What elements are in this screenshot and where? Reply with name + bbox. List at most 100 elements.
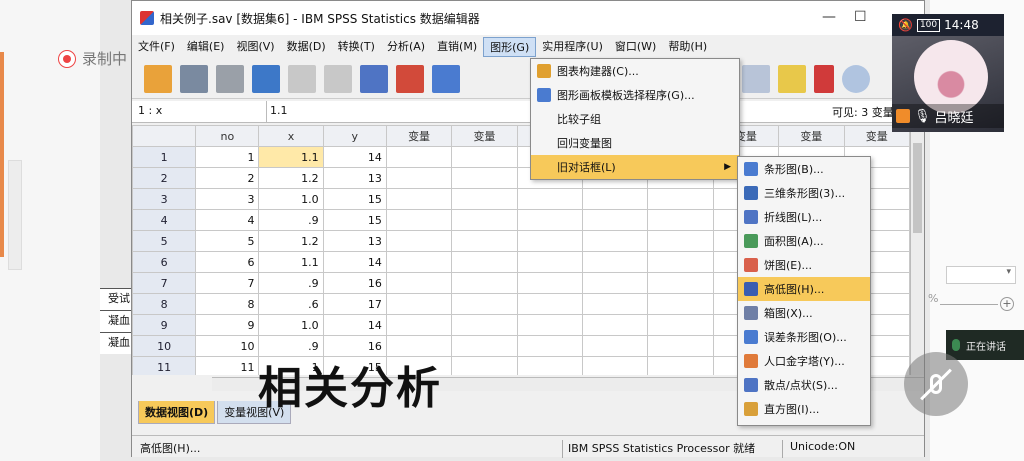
value-labels-icon[interactable] (814, 65, 834, 93)
empty-cell[interactable] (516, 251, 584, 273)
empty-cell[interactable] (385, 314, 453, 336)
empty-cell[interactable] (516, 356, 584, 375)
row-header[interactable]: 4 (132, 209, 197, 231)
legacy-menu-item[interactable]: 误差条形图(O)... (738, 325, 870, 349)
empty-cell[interactable] (647, 293, 714, 315)
empty-cell[interactable] (647, 356, 714, 375)
column-header[interactable]: no (195, 125, 260, 147)
cell-y[interactable]: 13 (322, 230, 387, 252)
empty-cell[interactable] (516, 314, 584, 336)
menu-help[interactable]: 帮助(H) (662, 37, 713, 57)
empty-cell[interactable] (647, 251, 714, 273)
undo-icon[interactable] (288, 64, 316, 93)
graphs-menu-item[interactable]: 回归变量图 (531, 131, 739, 155)
empty-cell[interactable] (385, 146, 453, 168)
tab-data-view[interactable]: 数据视图(D) (138, 401, 216, 424)
empty-cell[interactable] (581, 188, 649, 210)
empty-cell[interactable] (451, 209, 518, 231)
empty-cell[interactable] (581, 335, 649, 357)
row-header[interactable]: 3 (132, 188, 197, 210)
cell-no[interactable]: 8 (195, 293, 260, 315)
cell-no[interactable]: 7 (195, 272, 260, 294)
menu-edit[interactable]: 编辑(E) (181, 37, 231, 57)
use-sets-icon[interactable] (842, 65, 870, 93)
zoom-in-icon[interactable]: + (1000, 297, 1014, 311)
cell-y[interactable]: 16 (322, 272, 387, 294)
cell-y[interactable]: 17 (322, 293, 387, 315)
legacy-menu-item[interactable]: 条形图(B)... (738, 157, 870, 181)
empty-cell[interactable] (581, 314, 649, 336)
empty-cell[interactable] (451, 230, 518, 252)
vertical-scrollbar[interactable] (910, 125, 924, 375)
empty-cell[interactable] (647, 230, 714, 252)
row-header[interactable]: 10 (132, 335, 197, 357)
menu-data[interactable]: 数据(D) (281, 37, 332, 57)
cell-x[interactable]: 1.1 (258, 251, 324, 273)
row-header[interactable]: 1 (132, 146, 197, 168)
empty-cell[interactable] (581, 251, 649, 273)
cell-y[interactable]: 14 (322, 251, 387, 273)
empty-cell[interactable] (581, 356, 649, 375)
empty-cell[interactable] (385, 188, 453, 210)
column-header[interactable]: y (322, 125, 387, 147)
cell-no[interactable]: 1 (195, 146, 260, 168)
legacy-menu-item[interactable]: 三维条形图(3)... (738, 181, 870, 205)
row-header[interactable]: 11 (132, 356, 197, 375)
recording-indicator[interactable]: 录制中 (58, 48, 127, 69)
cell-x[interactable]: 1.0 (258, 314, 324, 336)
empty-cell[interactable] (516, 209, 584, 231)
cell-x[interactable]: 1.2 (258, 167, 324, 189)
redo-icon[interactable] (324, 64, 352, 93)
cell-y[interactable]: 13 (322, 167, 387, 189)
empty-cell[interactable] (516, 293, 584, 315)
cell-no[interactable]: 4 (195, 209, 260, 231)
empty-cell[interactable] (516, 230, 584, 252)
legacy-menu-item[interactable]: 折线图(L)... (738, 205, 870, 229)
legacy-menu-item[interactable]: 散点/点状(S)... (738, 373, 870, 397)
cell-x[interactable]: .9 (258, 272, 324, 294)
cell-y[interactable]: 15 (322, 209, 387, 231)
empty-cell[interactable] (385, 167, 453, 189)
menu-transform[interactable]: 转换(T) (332, 37, 381, 57)
empty-cell[interactable] (451, 293, 518, 315)
empty-cell[interactable] (581, 272, 649, 294)
minimize-icon[interactable]: — (822, 9, 836, 25)
empty-cell[interactable] (385, 251, 453, 273)
mic-muted-button[interactable] (904, 352, 968, 416)
row-header[interactable]: 7 (132, 272, 197, 294)
cell-no[interactable]: 11 (195, 356, 260, 375)
menu-analyze[interactable]: 分析(A) (381, 37, 431, 57)
cell-y[interactable]: 14 (322, 314, 387, 336)
open-folder-icon[interactable] (144, 64, 172, 93)
variables-icon[interactable] (432, 64, 460, 93)
zoom-slider[interactable] (940, 304, 998, 305)
empty-cell[interactable] (516, 335, 584, 357)
cell-no[interactable]: 9 (195, 314, 260, 336)
empty-cell[interactable] (385, 209, 453, 231)
menu-direct-marketing[interactable]: 直销(M) (431, 37, 483, 57)
cell-no[interactable]: 6 (195, 251, 260, 273)
weight-cases-icon[interactable] (742, 65, 770, 93)
column-header[interactable]: 变量 (385, 125, 453, 147)
column-header[interactable]: 变量 (451, 125, 518, 147)
legacy-menu-item[interactable]: 人口金字塔(Y)... (738, 349, 870, 373)
graphs-menu-item[interactable]: 比较子组 (531, 107, 739, 131)
empty-cell[interactable] (451, 272, 518, 294)
empty-cell[interactable] (451, 314, 518, 336)
menu-window[interactable]: 窗口(W) (609, 37, 662, 57)
select-cases-icon[interactable] (778, 65, 806, 93)
menu-utilities[interactable]: 实用程序(U) (536, 37, 609, 57)
column-header[interactable]: x (258, 125, 324, 147)
row-header[interactable]: 8 (132, 293, 197, 315)
legacy-menu-item[interactable]: 面积图(A)... (738, 229, 870, 253)
empty-cell[interactable] (385, 230, 453, 252)
legacy-menu-item[interactable]: 饼图(E)... (738, 253, 870, 277)
column-header[interactable]: 变量 (778, 125, 845, 147)
maximize-icon[interactable]: ☐ (854, 9, 867, 25)
empty-cell[interactable] (385, 272, 453, 294)
print-icon[interactable] (216, 64, 244, 93)
empty-cell[interactable] (451, 335, 518, 357)
dropdown[interactable]: ▾ (946, 266, 1016, 284)
menu-file[interactable]: 文件(F) (132, 37, 181, 57)
cell-x[interactable]: .9 (258, 209, 324, 231)
